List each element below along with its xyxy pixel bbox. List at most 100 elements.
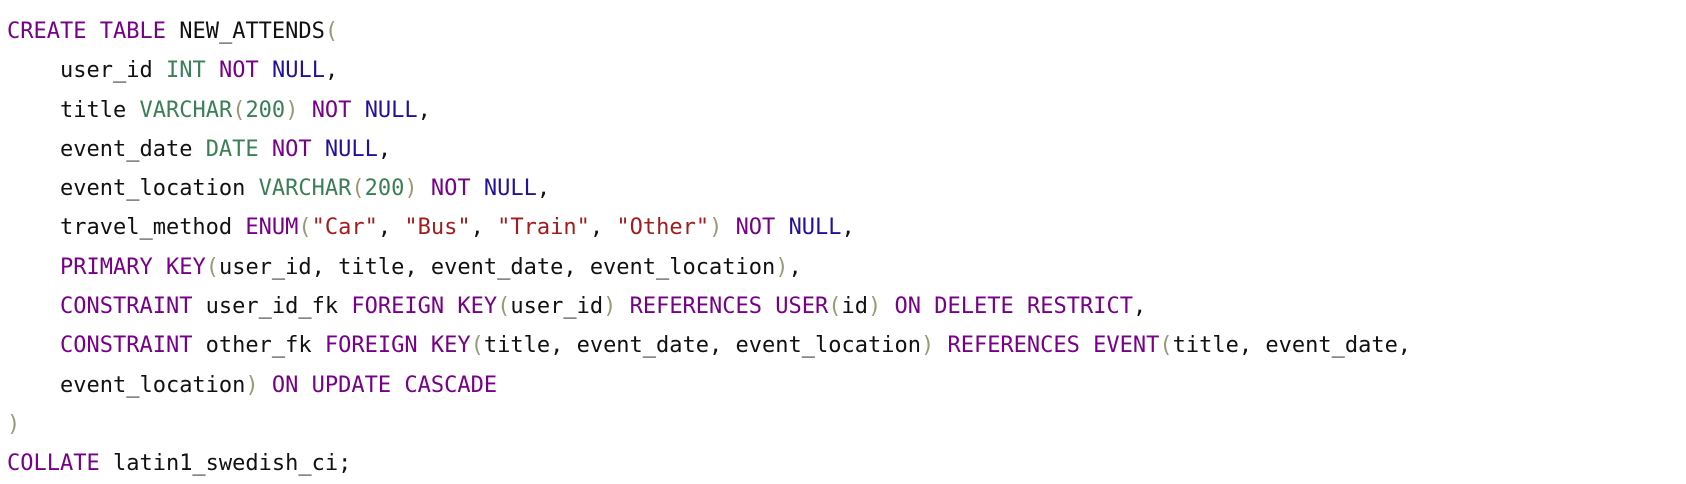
sql-identifier — [934, 333, 947, 358]
sql-punctuation: ( — [828, 294, 842, 320]
sql-keyword: EVENT — [1093, 333, 1160, 359]
sql-identifier: , — [1132, 294, 1147, 320]
sql-identifier: id — [841, 294, 869, 320]
sql-string: "Other" — [616, 215, 710, 241]
sql-punctuation: ) — [7, 411, 21, 437]
sql-identifier: title, event_date, event_location — [483, 333, 921, 359]
sql-identifier — [1080, 333, 1093, 358]
sql-keyword: NOT — [218, 58, 259, 84]
code-line: event_location VARCHAR(200) NOT NULL, — [7, 169, 1686, 208]
code-line: user_id INT NOT NULL, — [7, 51, 1686, 90]
sql-type: INT — [165, 58, 206, 84]
sql-identifier: user_id — [510, 294, 604, 320]
sql-identifier: event_location — [59, 176, 259, 202]
sql-keyword: REFERENCES — [947, 333, 1080, 359]
sql-punctuation: ( — [298, 215, 312, 241]
sql-identifier — [259, 373, 272, 398]
sql-keyword: KEY — [457, 294, 498, 320]
code-line: travel_method ENUM("Car", "Bus", "Train"… — [7, 208, 1686, 247]
sql-keyword: ON — [271, 372, 299, 398]
sql-type: 200 — [364, 176, 405, 202]
sql-identifier: user_id — [59, 58, 166, 84]
sql-keyword: ON — [894, 294, 922, 320]
sql-identifier — [921, 294, 934, 319]
code-line: PRIMARY KEY(user_id, title, event_date, … — [7, 248, 1686, 287]
sql-punctuation: ( — [324, 19, 339, 44]
sql-keyword: ENUM — [245, 215, 299, 241]
sql-identifier — [351, 98, 364, 123]
sql-identifier — [259, 137, 272, 162]
code-line: event_location) ON UPDATE CASCADE — [7, 366, 1686, 405]
sql-identifier — [298, 98, 311, 123]
code-line: ) — [7, 405, 1686, 444]
sql-keyword: UPDATE — [311, 372, 392, 398]
sql-null: NULL — [364, 97, 418, 123]
sql-identifier — [418, 176, 431, 201]
sql-identifier — [86, 19, 99, 44]
sql-identifier: , — [377, 215, 405, 241]
sql-identifier — [471, 176, 484, 201]
sql-string: "Bus" — [404, 215, 471, 241]
code-line: title VARCHAR(200) NOT NULL, — [7, 91, 1686, 130]
sql-punctuation: ( — [205, 254, 219, 280]
sql-punctuation: ) — [709, 215, 723, 241]
sql-type: 200 — [245, 97, 286, 123]
sql-identifier: , — [417, 97, 431, 123]
sql-code-editor[interactable]: CREATE TABLE NEW_ATTENDS( user_id INT NO… — [0, 0, 1686, 484]
sql-keyword: DELETE — [934, 294, 1014, 320]
sql-identifier — [312, 137, 325, 162]
sql-identifier: user_id_fk — [192, 294, 352, 320]
sql-identifier: , — [470, 215, 498, 241]
code-line: CONSTRAINT other_fk FOREIGN KEY(title, e… — [7, 326, 1686, 365]
sql-type: VARCHAR — [258, 176, 352, 202]
sql-identifier — [391, 373, 404, 398]
sql-identifier: other_fk — [192, 333, 325, 359]
sql-identifier — [259, 58, 272, 83]
sql-keyword: NOT — [430, 176, 471, 202]
sql-punctuation: ( — [351, 176, 365, 202]
sql-keyword: KEY — [430, 333, 471, 359]
sql-punctuation: ( — [497, 294, 511, 320]
sql-keyword: CONSTRAINT — [59, 333, 193, 359]
sql-identifier: NEW_ATTENDS — [165, 19, 325, 44]
sql-keyword: NOT — [735, 215, 776, 241]
sql-identifier: , — [589, 215, 617, 241]
sql-punctuation: ( — [1159, 333, 1173, 359]
sql-punctuation: ) — [245, 372, 259, 398]
sql-identifier: travel_method — [59, 215, 246, 241]
sql-keyword: CREATE — [7, 19, 87, 44]
sql-keyword: NOT — [311, 97, 352, 123]
sql-keyword: TABLE — [99, 19, 166, 44]
sql-punctuation: ) — [920, 333, 935, 359]
sql-punctuation: ) — [404, 176, 418, 202]
code-line: CREATE TABLE NEW_ATTENDS( — [7, 12, 1686, 51]
sql-identifier: , — [841, 215, 855, 241]
sql-null: NULL — [483, 176, 537, 202]
sql-identifier — [762, 294, 775, 319]
sql-keyword: FOREIGN — [351, 294, 445, 320]
sql-punctuation: ( — [470, 333, 484, 359]
sql-identifier — [775, 215, 788, 240]
sql-punctuation: ( — [232, 97, 246, 123]
code-line: event_date DATE NOT NULL, — [7, 130, 1686, 169]
sql-null: NULL — [788, 215, 842, 241]
sql-identifier — [881, 294, 894, 319]
sql-null: NULL — [271, 58, 325, 84]
sql-identifier — [206, 58, 219, 83]
sql-identifier: , — [377, 136, 392, 162]
sql-keyword: CASCADE — [404, 372, 498, 398]
sql-null: NULL — [324, 136, 378, 162]
sql-identifier: , — [788, 254, 802, 280]
sql-identifier — [444, 294, 457, 319]
code-line: COLLATE latin1_swedish_ci; — [7, 444, 1686, 483]
sql-type: VARCHAR — [139, 97, 233, 123]
sql-keyword: COLLATE — [7, 451, 100, 477]
sql-identifier: event_location — [59, 372, 246, 398]
sql-keyword: PRIMARY — [59, 254, 153, 280]
sql-keyword: USER — [775, 294, 829, 320]
